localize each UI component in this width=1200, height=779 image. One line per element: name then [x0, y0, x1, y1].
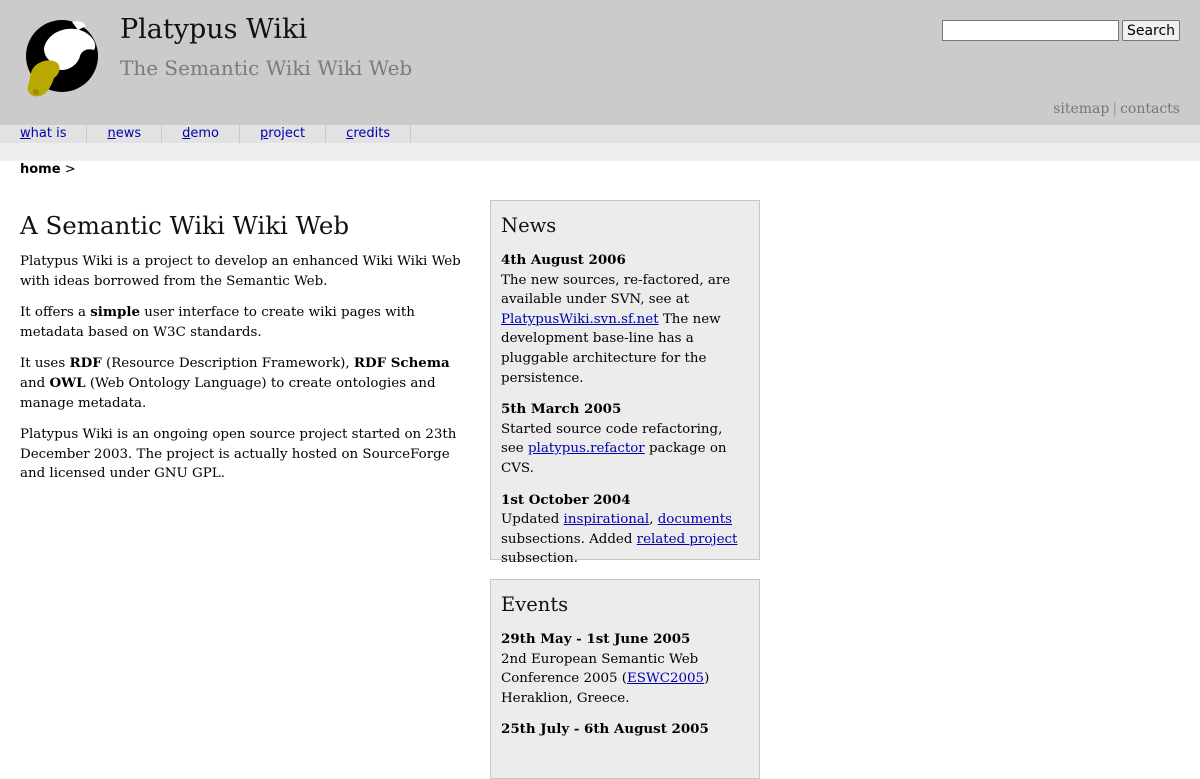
news-item: 5th March 2005 Started source code refac…	[501, 400, 749, 478]
main-nav: what is news demo project credits	[0, 125, 1200, 143]
nav-access-key: w	[20, 126, 31, 141]
page-title: A Semantic Wiki Wiki Web	[20, 211, 350, 240]
nav-item-label: ews	[115, 126, 142, 141]
standards-paragraph: It uses RDF (Resource Description Framew…	[20, 355, 450, 411]
contacts-link[interactable]: contacts	[1120, 101, 1180, 117]
event-location: Heraklion, Greece.	[501, 690, 630, 706]
news-date: 5th March 2005	[501, 401, 622, 418]
nav-item-label: emo	[190, 126, 220, 141]
events-box: Events 29th May - 1st June 2005 2nd Euro…	[490, 579, 760, 779]
inspirational-link[interactable]: inspirational	[564, 512, 650, 527]
news-date: 4th August 2006	[501, 252, 626, 268]
breadcrumb-home[interactable]: home	[20, 162, 61, 177]
nav-item-what-is[interactable]: what is	[0, 125, 88, 143]
svn-link[interactable]: PlatypusWiki.svn.sf.net	[501, 312, 659, 327]
news-box: News 4th August 2006 The new sources, re…	[490, 200, 760, 598]
related-project-link[interactable]: related project	[637, 532, 738, 547]
utility-links: sitemap | contacts	[1053, 101, 1180, 117]
refactor-link[interactable]: platypus.refactor	[528, 441, 645, 456]
intro-paragraph: Platypus Wiki is a project to develop an…	[20, 254, 461, 289]
subnav-band	[0, 143, 1200, 161]
events-heading: Events	[501, 593, 569, 616]
nav-item-project[interactable]: project	[240, 125, 327, 143]
sitemap-link[interactable]: sitemap	[1053, 101, 1109, 117]
event-item: 29th May - 1st June 2005 2nd European Se…	[501, 630, 749, 708]
eswc2005-link[interactable]: ESWC2005	[627, 671, 704, 686]
breadcrumb-separator: >	[64, 162, 76, 177]
news-item: 1st October 2004 Updated inspirational, …	[501, 491, 749, 569]
platypus-logo-icon[interactable]	[22, 18, 102, 100]
nav-item-label: hat is	[30, 126, 67, 141]
nav-item-news[interactable]: news	[87, 125, 163, 143]
nav-item-label: redits	[353, 126, 391, 141]
event-date: 29th May - 1st June 2005	[501, 631, 691, 647]
news-item: 4th August 2006 The new sources, re-fact…	[501, 251, 749, 388]
site-header: Platypus Wiki The Semantic Wiki Wiki Web…	[0, 0, 1200, 125]
news-date: 1st October 2004	[501, 491, 631, 508]
breadcrumb: home >	[20, 162, 76, 177]
main-content: A Semantic Wiki Wiki Web Platypus Wiki i…	[20, 211, 465, 496]
nav-item-label: roject	[268, 126, 306, 141]
site-subtitle: The Semantic Wiki Wiki Web	[120, 56, 413, 80]
event-item: 25th July - 6th August 2005	[501, 720, 749, 740]
event-date: 25th July - 6th August 2005	[501, 721, 709, 738]
search-button[interactable]: Search	[1122, 20, 1180, 41]
search-input[interactable]	[942, 20, 1119, 41]
project-status-paragraph: Platypus Wiki is an ongoing open source …	[20, 427, 457, 482]
documents-link[interactable]: documents	[658, 512, 732, 527]
utility-separator: |	[1112, 101, 1118, 117]
nav-access-key: n	[107, 126, 116, 141]
nav-item-credits[interactable]: credits	[326, 125, 412, 143]
site-title: Platypus Wiki	[120, 14, 308, 45]
features-paragraph: It offers a simple user interface to cre…	[20, 304, 415, 340]
news-heading: News	[501, 214, 557, 237]
nav-item-demo[interactable]: demo	[162, 125, 241, 143]
